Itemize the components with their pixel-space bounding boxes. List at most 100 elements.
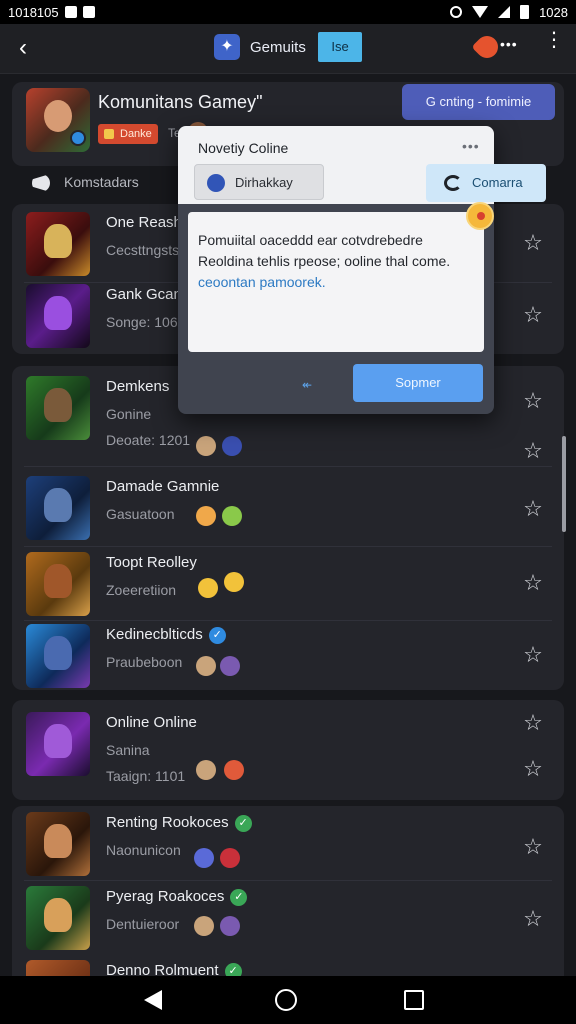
star-icon[interactable]: ☆ [520, 834, 546, 860]
game-list-group-3: Online Online Sanina Taaign: 1101 ☆ ☆ [12, 700, 564, 800]
star-icon[interactable]: ☆ [520, 570, 546, 596]
game-thumbnail [26, 212, 90, 276]
game-name: One Reasht [106, 214, 187, 231]
game-name: Gank Gcant [106, 286, 187, 303]
member-avatar [196, 656, 216, 676]
dialog-header: Novetiy Coline ••• Dirhakkay Comarra [178, 126, 546, 204]
alarm-icon [450, 6, 463, 18]
game-sub: Naonunicon [106, 842, 181, 858]
dialog-title: Novetiy Coline [198, 140, 289, 156]
notification-icon-2 [82, 6, 95, 18]
alert-emoji-icon [466, 202, 494, 230]
verified-check-icon: ✓ [234, 814, 252, 832]
app-logo-icon: ✦ [214, 34, 240, 60]
status-clock: 1028 [539, 4, 568, 20]
star-icon[interactable]: ☆ [520, 642, 546, 668]
globe-icon [207, 174, 225, 192]
game-sub: Sanina [106, 742, 150, 758]
game-name: Damade Gamnie [106, 478, 220, 495]
list-item[interactable]: Damade Gamnie Gasuatoon ☆ [12, 476, 564, 540]
star-icon[interactable]: ☆ [520, 710, 546, 736]
nav-home-icon[interactable] [275, 989, 297, 1011]
rocket-icon[interactable] [471, 31, 503, 63]
member-avatar [222, 436, 242, 456]
dialog-more-icon[interactable]: ••• [462, 138, 480, 154]
member-avatar [220, 656, 240, 676]
verified-check-icon: ✓ [230, 888, 248, 906]
star-icon[interactable]: ☆ [520, 906, 546, 932]
game-sub: Dentuieroor [106, 916, 180, 932]
status-time: 1018105 [8, 4, 59, 20]
status-bar: 1018105 1028 [0, 0, 576, 24]
star-icon[interactable]: ☆ [520, 496, 546, 522]
dialog-submit-button[interactable]: Sopmer [353, 364, 483, 402]
star-icon[interactable]: ☆ [520, 230, 546, 256]
member-avatar [196, 436, 216, 456]
tab-communities[interactable]: Komstadars [64, 174, 139, 190]
back-arrow-icon[interactable]: ‹ [10, 36, 36, 62]
game-thumbnail [26, 284, 90, 348]
dialog-tab-1[interactable]: Dirhakkay [194, 164, 324, 200]
game-thumbnail [26, 812, 90, 876]
star-icon[interactable]: ☆ [520, 388, 546, 414]
member-avatar [194, 916, 214, 936]
divider [24, 880, 552, 881]
game-name-row: Kedinecblticds ✓ [106, 626, 226, 644]
app-bar: ‹ ✦ Gemuits Ise ••• ⋮ [0, 24, 576, 74]
dialog-body-text: Pomuiital oaceddd ear cotvdrebedre Reold… [198, 232, 451, 269]
nav-back-icon[interactable] [144, 990, 162, 1010]
signal-icon [498, 6, 511, 18]
screen: 1018105 1028 ‹ ✦ Gemuits Ise ••• ⋮ Komun… [0, 0, 576, 1024]
verified-badge-icon [70, 130, 86, 146]
game-name: Demkens [106, 378, 170, 395]
megaphone-icon [32, 174, 50, 192]
community-title: Komunitans Gamey" [98, 92, 263, 112]
refresh-icon [444, 175, 462, 191]
game-name-row: Pyerag Roakoces ✓ [106, 888, 248, 906]
dialog-tab-2[interactable]: Comarra [426, 164, 546, 202]
divider [24, 466, 552, 467]
dialog-tab-1-label: Dirhakkay [235, 175, 293, 190]
list-item[interactable]: Kedinecblticds ✓ Praubeboon ☆ [12, 624, 564, 688]
nav-recents-icon[interactable] [404, 990, 424, 1010]
game-thumbnail [26, 376, 90, 440]
header-action-button[interactable]: G cnting - fomimie [402, 84, 555, 120]
game-sub-2: Taaign: 1101 [106, 768, 186, 784]
notification-icon [64, 6, 77, 18]
list-item[interactable]: Online Online Sanina Taaign: 1101 ☆ ☆ [12, 710, 564, 796]
game-name: Pyerag Roakoces [106, 888, 225, 905]
dialog-body-link[interactable]: ceoontan pamoorek. [198, 272, 474, 293]
member-avatar [220, 916, 240, 936]
divider [24, 546, 552, 547]
member-avatar [196, 760, 216, 780]
more-horizontal-icon[interactable]: ••• [500, 36, 518, 52]
game-thumbnail [26, 624, 90, 688]
game-thumbnail [26, 476, 90, 540]
list-item[interactable]: Renting Rookoces ✓ Naonunicon ☆ [12, 812, 564, 876]
member-avatar [220, 848, 240, 868]
scrollbar[interactable] [562, 436, 566, 532]
game-name-row: Renting Rookoces ✓ [106, 814, 252, 832]
game-sub: Gasuatoon [106, 506, 175, 522]
star-icon[interactable]: ☆ [520, 438, 546, 464]
battery-icon [520, 5, 530, 19]
star-icon[interactable]: ☆ [520, 302, 546, 328]
star-icon[interactable]: ☆ [520, 756, 546, 782]
emoji-icon [198, 578, 218, 598]
community-tag[interactable]: Danke [98, 124, 158, 144]
wifi-icon [472, 6, 489, 18]
game-thumbnail [26, 886, 90, 950]
kebab-menu-icon[interactable]: ⋮ [544, 30, 564, 50]
community-dialog: Novetiy Coline ••• Dirhakkay Comarra Pom… [178, 126, 546, 414]
app-badge[interactable]: Ise [318, 32, 362, 62]
game-sub: Songe: 1062 [106, 314, 186, 330]
game-name: Online Online [106, 714, 197, 731]
list-item[interactable]: Toopt Reolley Zoeeretiion ☆ [12, 552, 564, 616]
game-sub: Cecsttngsts [106, 242, 180, 258]
dialog-arrow-icon[interactable]: ↞ [302, 378, 312, 392]
divider [24, 620, 552, 621]
list-item[interactable]: Pyerag Roakoces ✓ Dentuieroor ☆ [12, 886, 564, 950]
dialog-tab-2-label: Comarra [472, 175, 523, 190]
emoji-icon [222, 506, 242, 526]
member-avatar [194, 848, 214, 868]
